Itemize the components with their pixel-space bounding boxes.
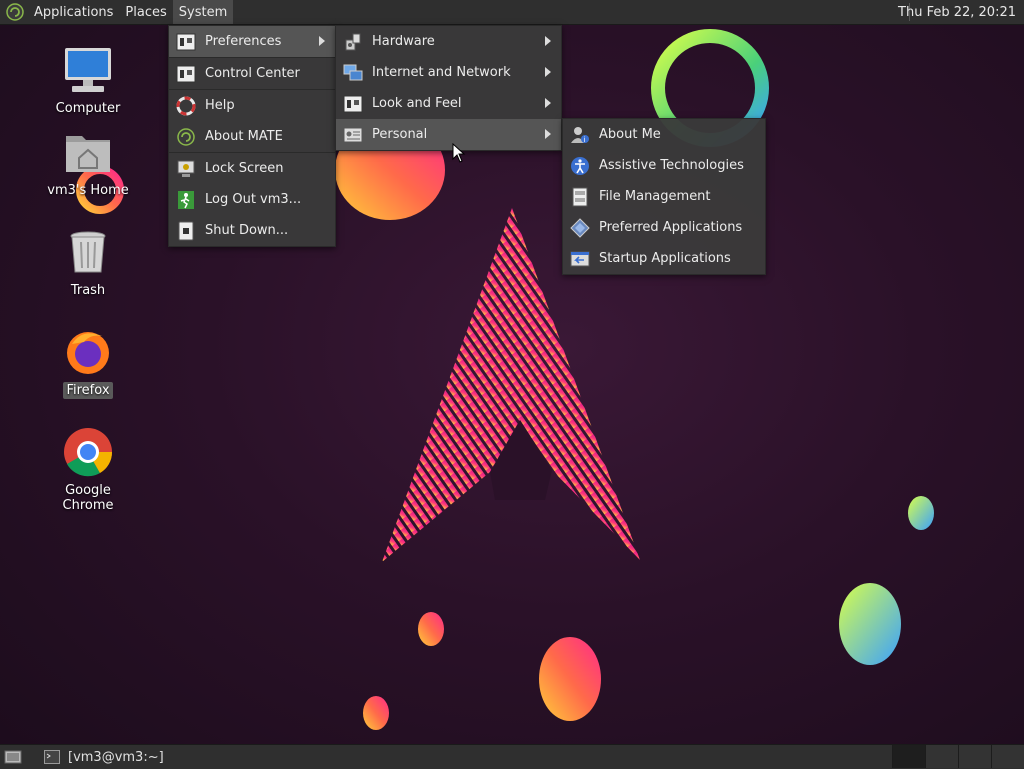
menu-item-look-and-feel[interactable]: Look and Feel [336, 88, 561, 119]
file-management-icon [569, 186, 591, 208]
menu-item-preferences[interactable]: Preferences [169, 26, 335, 57]
menu-item-startup-applications[interactable]: Startup Applications [563, 243, 765, 274]
clock[interactable]: Thu Feb 22, 20:21 [894, 0, 1020, 24]
menu-item-preferred-applications[interactable]: Preferred Applications [563, 212, 765, 243]
menu-item-internet-and-network[interactable]: Internet and Network [336, 57, 561, 88]
workspace-4[interactable] [991, 745, 1024, 768]
menu-item-label: Lock Screen [205, 161, 284, 176]
menu-item-hardware[interactable]: Hardware [336, 26, 561, 57]
menu-item-control-center[interactable]: Control Center [169, 58, 335, 89]
workspace-3[interactable] [958, 745, 991, 768]
menu-item-shut-down[interactable]: Shut Down... [169, 215, 335, 246]
workspace-switcher [892, 745, 1024, 769]
chevron-right-icon [545, 129, 551, 139]
bottom-panel: [vm3@vm3:~] [0, 744, 1024, 769]
menu-item-personal[interactable]: Personal [336, 119, 561, 150]
menu-item-label: Preferences [205, 34, 282, 49]
desktop-icon-computer[interactable]: Computer [38, 44, 138, 117]
desktop-icon-label: Google Chrome [62, 483, 114, 513]
show-desktop-button[interactable] [2, 747, 24, 767]
desktop-icon-firefox[interactable]: Firefox [38, 326, 138, 399]
workspace-2[interactable] [925, 745, 958, 768]
mouse-cursor-icon [452, 143, 466, 163]
desktop-icon-label: Firefox [63, 382, 113, 399]
desktop-icon-label: Computer [55, 101, 121, 116]
show-desktop-icon [4, 750, 22, 764]
system-menu: Preferences Control Center Help About MA… [168, 25, 336, 247]
system-menu-button[interactable]: System [172, 0, 234, 24]
menu-item-help[interactable]: Help [169, 90, 335, 121]
menu-item-label: Hardware [372, 34, 435, 49]
shutdown-icon [175, 220, 197, 242]
menu-item-about-me[interactable]: i About Me [563, 119, 765, 150]
about-me-icon: i [569, 124, 591, 146]
appearance-icon [342, 93, 364, 115]
personal-menu: i About Me Assistive Technologies File M… [562, 118, 766, 275]
desktop-icon-label: Trash [70, 283, 106, 298]
firefox-icon [67, 332, 109, 374]
menu-item-label: Shut Down... [205, 223, 289, 238]
personal-icon [342, 124, 364, 146]
preferred-apps-icon [569, 217, 591, 239]
menu-item-label: Assistive Technologies [599, 158, 744, 173]
preferences-menu: Hardware Internet and Network Look and F… [335, 25, 562, 151]
mate-logo-icon[interactable] [6, 3, 24, 21]
menu-item-label: Look and Feel [372, 96, 462, 111]
chevron-right-icon [319, 36, 325, 46]
lock-icon [175, 158, 197, 180]
preferences-icon [175, 31, 197, 53]
menu-item-log-out[interactable]: Log Out vm3... [169, 184, 335, 215]
menu-item-label: Help [205, 98, 235, 113]
taskbar-window-terminal[interactable]: [vm3@vm3:~] [38, 746, 170, 768]
desktop-icon-trash[interactable]: Trash [38, 226, 138, 299]
computer-icon [65, 48, 111, 92]
places-menu-button[interactable]: Places [119, 0, 172, 24]
chrome-icon [64, 428, 113, 477]
workspace-1[interactable] [892, 745, 925, 768]
menu-item-about-mate[interactable]: About MATE [169, 121, 335, 152]
menu-item-label: Preferred Applications [599, 220, 743, 235]
terminal-icon [44, 750, 60, 764]
svg-text:i: i [584, 136, 586, 144]
chevron-right-icon [545, 36, 551, 46]
control-center-icon [175, 63, 197, 85]
menu-item-label: About MATE [205, 129, 283, 144]
menu-item-label: Internet and Network [372, 65, 511, 80]
desktop-icon-label: vm3's Home [47, 183, 129, 198]
top-panel: Applications Places System Thu Feb 22, 2… [0, 0, 1024, 25]
menu-item-label: Personal [372, 127, 428, 142]
logout-icon [175, 189, 197, 211]
menu-item-file-management[interactable]: File Management [563, 181, 765, 212]
menu-item-label: File Management [599, 189, 711, 204]
hardware-icon [342, 31, 364, 53]
desktop-icon-chrome[interactable]: Google Chrome [38, 426, 138, 514]
menu-item-label: Log Out vm3... [205, 192, 302, 207]
taskbar-window-label: [vm3@vm3:~] [68, 749, 164, 765]
menu-item-assistive-technologies[interactable]: Assistive Technologies [563, 150, 765, 181]
mate-icon [175, 126, 197, 148]
network-icon [342, 62, 364, 84]
applications-menu-button[interactable]: Applications [28, 0, 119, 24]
menu-item-label: Startup Applications [599, 251, 731, 266]
desktop-icon-home[interactable]: vm3's Home [38, 126, 138, 199]
accessibility-icon [569, 155, 591, 177]
menu-item-label: Control Center [205, 66, 300, 81]
chevron-right-icon [545, 67, 551, 77]
menu-item-label: About Me [599, 127, 661, 142]
chevron-right-icon [545, 98, 551, 108]
startup-apps-icon [569, 248, 591, 270]
home-folder-icon [66, 136, 110, 172]
help-icon [175, 95, 197, 117]
trash-icon [70, 231, 106, 273]
menu-item-lock-screen[interactable]: Lock Screen [169, 153, 335, 184]
